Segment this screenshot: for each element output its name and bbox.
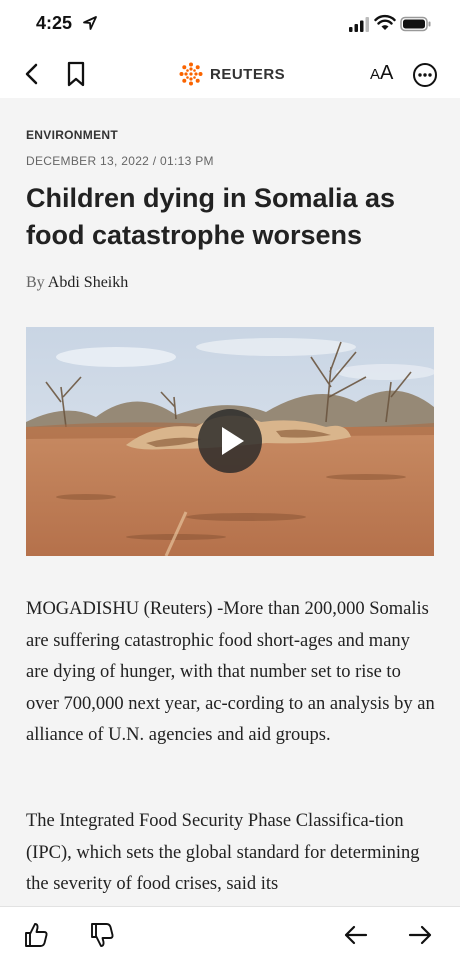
- article-category[interactable]: ENVIRONMENT: [26, 128, 118, 142]
- article-paragraph: MOGADISHU (Reuters) -More than 200,000 S…: [26, 599, 435, 745]
- article-toolbar: REUTERS AA: [0, 50, 460, 98]
- play-button[interactable]: [198, 409, 262, 473]
- article-byline: By Abdi Sheikh: [26, 274, 128, 292]
- font-size-button[interactable]: AA: [370, 62, 393, 85]
- thumbs-up-icon[interactable]: [22, 921, 50, 949]
- arrow-right-icon[interactable]: [406, 921, 434, 949]
- article-dateline: DECEMBER 13, 2022 / 01:13 PM: [26, 154, 214, 168]
- article-video[interactable]: [26, 327, 434, 556]
- bookmark-icon[interactable]: [64, 60, 88, 88]
- article-headline: Children dying in Somalia as food catast…: [26, 183, 396, 250]
- brand-header: REUTERS: [178, 61, 285, 87]
- brand-name: REUTERS: [210, 65, 286, 83]
- status-time: 4:25: [36, 13, 73, 33]
- play-icon: [222, 427, 244, 455]
- thumbs-down-icon[interactable]: [88, 921, 116, 949]
- arrow-left-icon[interactable]: [342, 921, 370, 949]
- byline-prefix: By: [26, 274, 45, 291]
- location-arrow-icon: [83, 16, 97, 30]
- font-size-large-a: A: [380, 62, 394, 84]
- wifi-icon: [374, 14, 396, 30]
- bottom-toolbar: [0, 906, 460, 960]
- article-paragraph: The Integrated Food Security Phase Class…: [26, 811, 420, 894]
- more-options-icon[interactable]: [412, 62, 438, 88]
- font-size-small-a: A: [370, 66, 381, 83]
- back-chevron-icon[interactable]: [20, 62, 44, 86]
- author-name[interactable]: Abdi Sheikh: [48, 274, 128, 291]
- battery-icon: [400, 16, 431, 32]
- reuters-logo-icon: [179, 62, 203, 86]
- signal-icon: [349, 17, 369, 32]
- status-bar: 4:25: [0, 0, 460, 50]
